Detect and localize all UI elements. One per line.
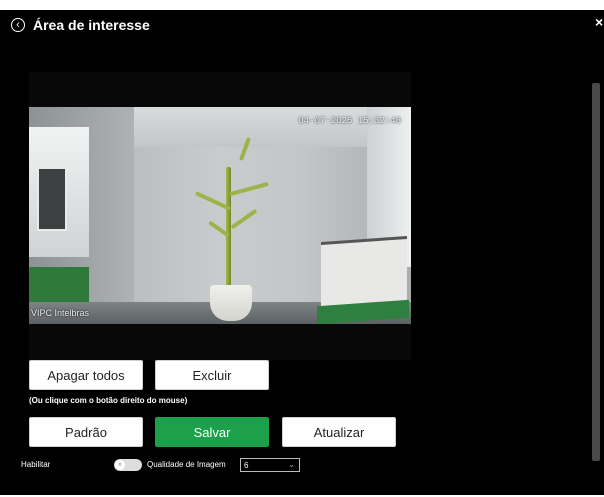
back-arrow-icon[interactable]: ‹ bbox=[11, 18, 25, 32]
enable-label: Habilitar bbox=[21, 460, 51, 469]
video-preview[interactable]: 04-07-2025 15:32:48 VIPC Intelbras bbox=[29, 72, 411, 360]
delete-button[interactable]: Excluir bbox=[155, 360, 269, 390]
plant-stem bbox=[226, 167, 231, 289]
quality-label: Qualidade de Imagem bbox=[147, 460, 226, 469]
right-click-hint: (Ou clique com o botão direito do mouse) bbox=[29, 396, 188, 405]
chevron-down-icon: ⌄ bbox=[288, 460, 295, 469]
plant-leaf bbox=[230, 208, 258, 230]
quality-select[interactable]: 6 ⌄ bbox=[240, 458, 300, 472]
camera-name-overlay: VIPC Intelbras bbox=[31, 308, 90, 318]
enable-toggle[interactable]: × bbox=[114, 459, 142, 471]
quality-value: 6 bbox=[244, 460, 249, 470]
plant-leaf bbox=[229, 181, 269, 197]
default-button[interactable]: Padrão bbox=[29, 417, 143, 447]
plant-pot bbox=[210, 285, 252, 321]
toggle-off-icon: × bbox=[115, 460, 125, 470]
save-button[interactable]: Salvar bbox=[155, 417, 269, 447]
close-icon[interactable]: × bbox=[595, 15, 603, 29]
window-frame bbox=[37, 167, 67, 231]
scrollbar[interactable] bbox=[592, 83, 600, 461]
camera-feed[interactable]: 04-07-2025 15:32:48 VIPC Intelbras bbox=[29, 107, 411, 324]
refresh-button[interactable]: Atualizar bbox=[282, 417, 396, 447]
video-timestamp: 04-07-2025 15:32:48 bbox=[298, 116, 401, 126]
roi-dialog: ‹ Área de interesse × 04-07-2025 15:32:4… bbox=[0, 10, 604, 495]
clear-all-button[interactable]: Apagar todos bbox=[29, 360, 143, 390]
dialog-header: ‹ Área de interesse bbox=[0, 10, 604, 42]
dialog-title: Área de interesse bbox=[33, 17, 150, 33]
